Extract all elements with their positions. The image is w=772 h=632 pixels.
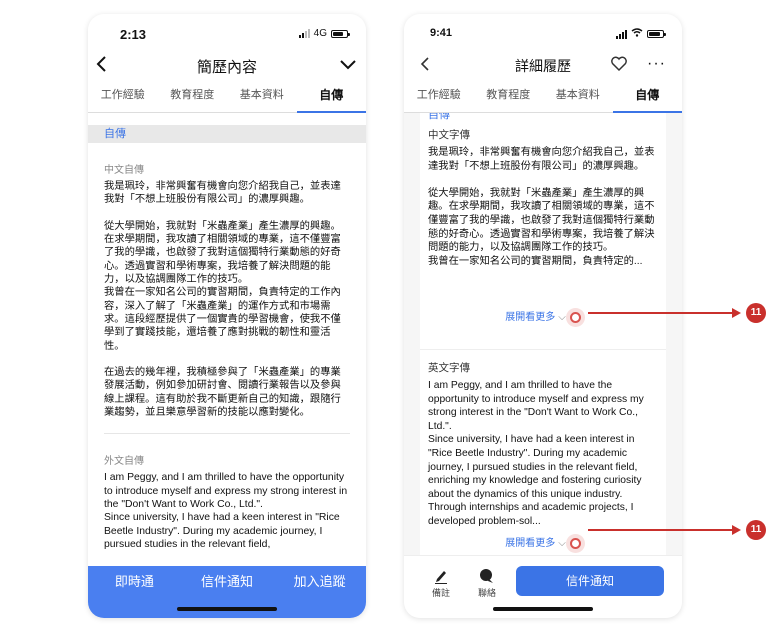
annotation-arrow-line — [588, 312, 734, 314]
hotspot-marker — [569, 537, 581, 549]
contact-button[interactable]: 聯絡 — [472, 568, 502, 599]
nav-bar: 詳細履歷 ··· — [404, 50, 682, 82]
autobiography-content[interactable]: 自傳 中文字傳 我是珮玲，非常興奮有機會向您介紹我自己，並表達我對「不想上班股份… — [404, 113, 682, 556]
note-label: 備註 — [431, 588, 450, 598]
status-bar: 9:41 — [404, 14, 682, 50]
instant-message-button[interactable]: 即時通 — [88, 566, 181, 618]
annotation-arrow-line — [588, 529, 734, 531]
more-icon[interactable]: ··· — [647, 51, 666, 77]
note-button[interactable]: 備註 — [426, 568, 456, 599]
tab-work[interactable]: 工作經驗 — [404, 82, 474, 112]
chinese-text: 我是珮玲，非常興奮有機會向您介紹我自己，並表達我對「不想上班股份有限公司」的濃厚… — [428, 147, 655, 267]
battery-icon — [331, 29, 350, 38]
status-time: 9:41 — [430, 27, 453, 39]
annotation-badge: 11 — [746, 303, 766, 323]
status-time: 2:13 — [120, 27, 147, 42]
english-label: 外文自傳 — [104, 456, 144, 468]
expand-more-link[interactable]: 展開看更多 ⌵ — [420, 308, 666, 323]
signal-icon — [616, 29, 627, 39]
network-label: 4G — [313, 28, 327, 39]
status-icons: 4G — [298, 28, 350, 39]
home-indicator — [493, 607, 593, 611]
status-bar: 2:13 4G — [88, 14, 366, 50]
section-header-partial: 自傳 — [428, 113, 450, 121]
pencil-icon — [426, 568, 456, 584]
home-indicator — [177, 607, 277, 611]
battery-icon — [647, 30, 666, 38]
tab-work[interactable]: 工作經驗 — [88, 82, 158, 112]
expand-more-label: 展開看更多 — [505, 538, 556, 549]
tab-autobiography[interactable]: 自傳 — [612, 82, 683, 113]
tab-basic-info[interactable]: 基本資料 — [227, 82, 297, 112]
tab-basic-info[interactable]: 基本資料 — [543, 82, 613, 112]
english-text: I am Peggy, and I am thrilled to have th… — [104, 472, 348, 550]
status-icons — [616, 28, 666, 40]
nav-bar: 簡歷內容 — [88, 50, 366, 82]
page-title: 簡歷內容 — [196, 59, 257, 76]
annotation-badge: 11 — [746, 520, 766, 540]
phone-original: 2:13 4G 簡歷內容 工作經驗 教育程度 基本資料 自傳 自傳 中文自傳 我… — [88, 14, 366, 618]
chinese-label: 中文字傳 — [428, 129, 470, 141]
chinese-text: 我是珮玲，非常興奮有機會向您介紹我自己，並表達我對「不想上班股份有限公司」的濃厚… — [104, 181, 341, 419]
chevron-down-icon: ⌵ — [558, 312, 566, 323]
tab-autobiography[interactable]: 自傳 — [296, 82, 367, 113]
wifi-icon — [631, 28, 643, 40]
autobiography-content[interactable]: 自傳 中文自傳 我是珮玲，非常興奮有機會向您介紹我自己，並表達我對「不想上班股份… — [88, 113, 366, 566]
divider — [104, 433, 350, 435]
phone-redesign: 9:41 詳細履歷 ··· 工作經驗 教育程度 基本資料 自傳 自傳 中文字傳 … — [404, 14, 682, 618]
tab-education[interactable]: 教育程度 — [474, 82, 544, 112]
english-label: 英文字傳 — [428, 362, 470, 374]
expand-more-link[interactable]: 展開看更多 ⌵ — [420, 534, 666, 549]
signal-icon — [298, 29, 310, 38]
contact-label: 聯絡 — [477, 588, 496, 598]
tab-bar: 工作經驗 教育程度 基本資料 自傳 — [404, 82, 682, 113]
chevron-down-icon[interactable] — [338, 52, 358, 83]
chevron-down-icon: ⌵ — [558, 538, 566, 549]
expand-more-label: 展開看更多 — [505, 312, 556, 323]
heart-icon[interactable] — [610, 53, 628, 82]
tab-bar: 工作經驗 教育程度 基本資料 自傳 — [88, 82, 366, 113]
add-follow-button[interactable]: 加入追蹤 — [273, 566, 366, 618]
section-header: 自傳 — [88, 125, 366, 143]
chat-icon — [472, 568, 502, 584]
annotation-arrow-head — [732, 308, 741, 318]
english-card: 英文字傳 I am Peggy, and I am thrilled to ha… — [420, 349, 666, 556]
english-text: I am Peggy, and I am thrilled to have th… — [428, 380, 644, 527]
tab-education[interactable]: 教育程度 — [158, 82, 228, 112]
chinese-label: 中文自傳 — [104, 165, 144, 176]
page-title: 詳細履歷 — [515, 58, 571, 74]
mail-notify-button[interactable]: 信件通知 — [516, 566, 664, 596]
hotspot-marker — [569, 311, 581, 323]
annotation-arrow-head — [732, 525, 741, 535]
